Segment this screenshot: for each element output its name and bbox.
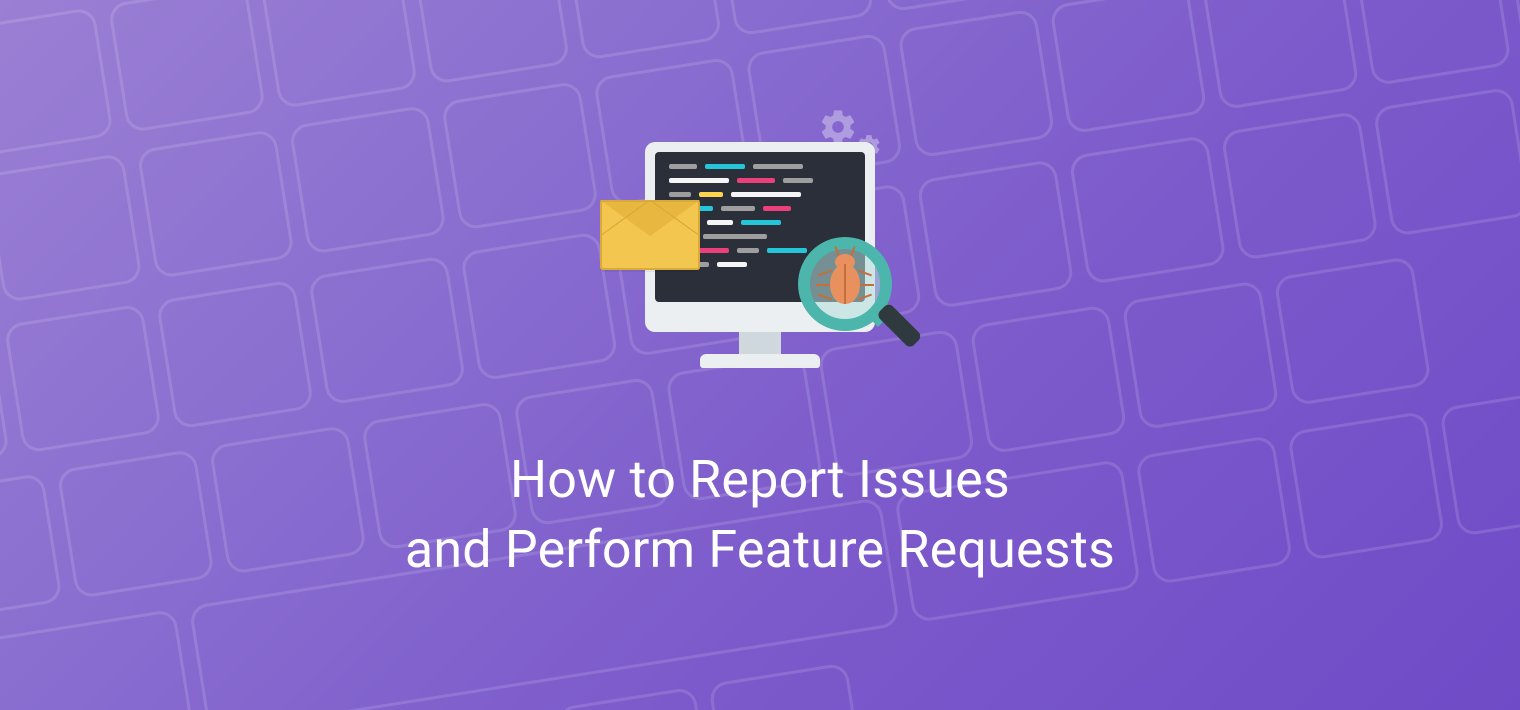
hero-title: How to Report Issues and Perform Feature… [405,445,1115,585]
bug-icon [830,264,860,304]
envelope-icon [600,200,700,270]
magnifying-glass-bug-icon [798,237,918,357]
hero-illustration [610,125,910,385]
gear-icon [818,107,858,147]
hero-banner: How to Report Issues and Perform Feature… [0,0,1520,710]
